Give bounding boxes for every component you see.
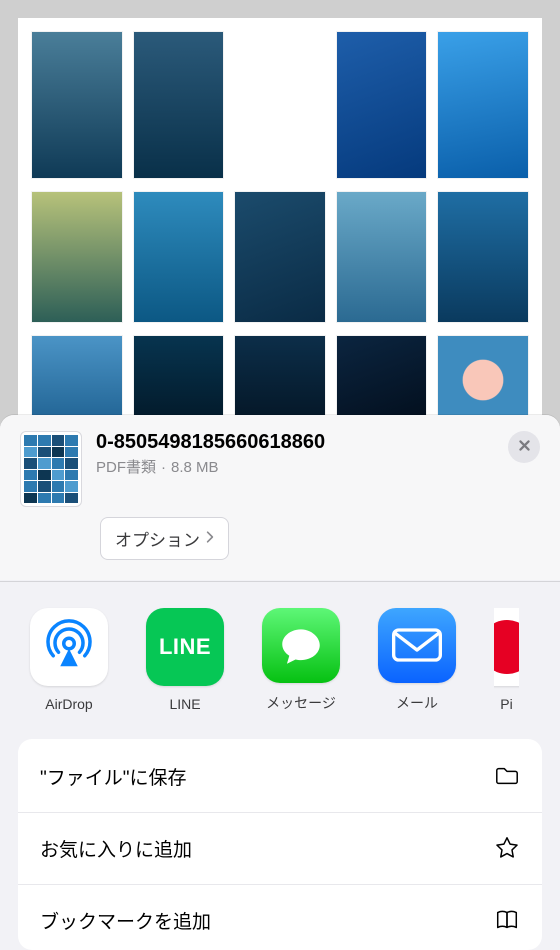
mail-icon <box>378 608 456 683</box>
photo-row <box>32 32 528 178</box>
photo-thumbnail <box>438 32 528 178</box>
share-app-label: Pi <box>500 696 512 712</box>
action-add-favorite[interactable]: お気に入りに追加 <box>18 812 542 884</box>
share-actions-list: "ファイル"に保存 お気に入りに追加 ブックマークを追加 <box>18 739 542 950</box>
chevron-right-icon <box>206 529 214 549</box>
share-app-mail[interactable]: メール <box>378 608 456 713</box>
action-label: ブックマークを追加 <box>40 907 211 934</box>
action-label: "ファイル"に保存 <box>40 763 187 790</box>
airdrop-icon <box>30 608 108 686</box>
share-app-airdrop[interactable]: AirDrop <box>30 608 108 713</box>
line-icon: LINE <box>146 608 224 686</box>
star-icon <box>494 835 520 861</box>
action-add-bookmark[interactable]: ブックマークを追加 <box>18 884 542 950</box>
photo-thumbnail <box>32 192 122 322</box>
share-sheet: 0-8505498185660618860 PDF書類·8.8 MB オプション <box>0 415 560 950</box>
action-label: お気に入りに追加 <box>40 835 192 862</box>
document-title: 0-8505498185660618860 <box>96 431 494 454</box>
pdf-page <box>18 18 542 460</box>
share-sheet-header: 0-8505498185660618860 PDF書類·8.8 MB <box>0 415 560 517</box>
book-icon <box>494 907 520 933</box>
photo-thumbnail <box>337 32 427 178</box>
share-app-extra[interactable]: Pi <box>494 608 519 713</box>
photo-thumbnail <box>438 192 528 322</box>
share-apps-row[interactable]: AirDrop LINE LINE メッセージ メール <box>0 582 560 729</box>
close-icon <box>518 437 531 457</box>
share-app-messages[interactable]: メッセージ <box>262 608 340 713</box>
photo-thumbnail <box>134 32 224 178</box>
share-app-label: AirDrop <box>45 696 92 712</box>
photo-row <box>32 192 528 322</box>
document-type: PDF書類 <box>96 459 156 476</box>
action-save-to-files[interactable]: "ファイル"に保存 <box>18 739 542 812</box>
messages-icon <box>262 608 340 683</box>
document-meta: 0-8505498185660618860 PDF書類·8.8 MB <box>96 431 494 477</box>
document-size: 8.8 MB <box>171 459 219 476</box>
share-app-label: メール <box>396 693 438 713</box>
options-button[interactable]: オプション <box>100 517 229 560</box>
document-preview-background <box>0 0 560 430</box>
document-subtitle: PDF書類·8.8 MB <box>96 456 494 477</box>
photo-thumbnail <box>32 32 122 178</box>
photo-thumbnail <box>337 192 427 322</box>
options-button-label: オプション <box>115 526 200 551</box>
photo-gap <box>235 32 325 178</box>
photo-thumbnail <box>134 192 224 322</box>
share-app-label: メッセージ <box>266 693 336 713</box>
share-app-label: LINE <box>169 696 200 712</box>
options-row: オプション <box>0 517 560 580</box>
close-button[interactable] <box>508 431 540 463</box>
share-app-line[interactable]: LINE LINE <box>146 608 224 713</box>
photo-thumbnail <box>235 192 325 322</box>
document-thumbnail <box>20 431 82 507</box>
folder-icon <box>494 763 520 789</box>
extra-app-icon <box>494 608 519 686</box>
